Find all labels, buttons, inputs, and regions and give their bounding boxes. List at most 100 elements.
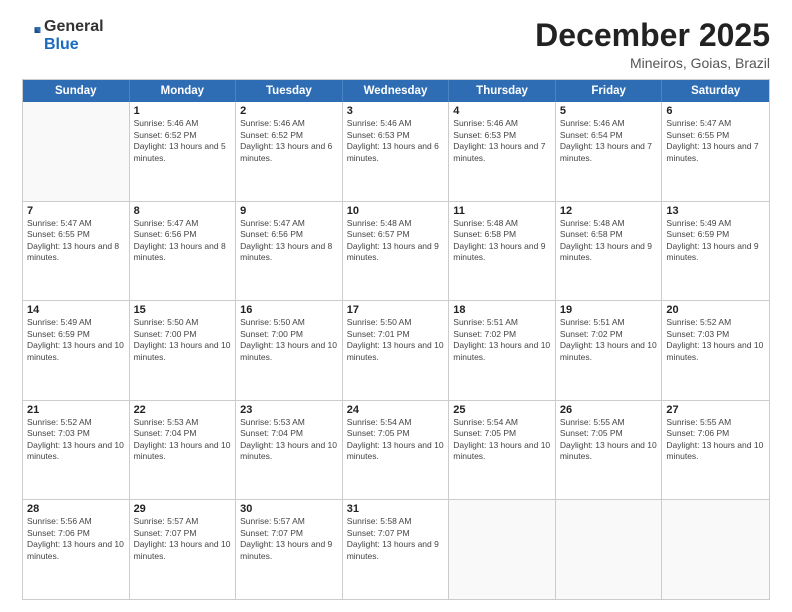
day-number: 29 [134,503,232,515]
month-title: December 2025 [535,18,770,53]
day-info: Sunrise: 5:48 AMSunset: 6:58 PMDaylight:… [453,218,551,264]
day-number: 22 [134,404,232,416]
day-info: Sunrise: 5:46 AMSunset: 6:53 PMDaylight:… [347,118,445,164]
day-number: 6 [666,105,765,117]
weekday-header-saturday: Saturday [662,80,769,102]
day-info: Sunrise: 5:47 AMSunset: 6:56 PMDaylight:… [134,218,232,264]
weekday-header-monday: Monday [130,80,237,102]
calendar: SundayMondayTuesdayWednesdayThursdayFrid… [22,79,770,600]
day-info: Sunrise: 5:48 AMSunset: 6:57 PMDaylight:… [347,218,445,264]
calendar-cell: 26Sunrise: 5:55 AMSunset: 7:05 PMDayligh… [556,401,663,500]
logo-icon [24,24,42,42]
calendar-cell [23,102,130,201]
page: General Blue December 2025 Mineiros, Goi… [0,0,792,612]
day-number: 27 [666,404,765,416]
calendar-cell: 7Sunrise: 5:47 AMSunset: 6:55 PMDaylight… [23,202,130,301]
day-number: 26 [560,404,658,416]
calendar-cell [449,500,556,599]
weekday-header-sunday: Sunday [23,80,130,102]
calendar-cell: 16Sunrise: 5:50 AMSunset: 7:00 PMDayligh… [236,301,343,400]
calendar-cell: 9Sunrise: 5:47 AMSunset: 6:56 PMDaylight… [236,202,343,301]
calendar-body: 1Sunrise: 5:46 AMSunset: 6:52 PMDaylight… [23,102,769,599]
weekday-header-wednesday: Wednesday [343,80,450,102]
day-number: 28 [27,503,125,515]
day-info: Sunrise: 5:50 AMSunset: 7:00 PMDaylight:… [134,317,232,363]
day-info: Sunrise: 5:47 AMSunset: 6:55 PMDaylight:… [666,118,765,164]
day-number: 12 [560,205,658,217]
day-number: 7 [27,205,125,217]
day-number: 2 [240,105,338,117]
calendar-cell: 4Sunrise: 5:46 AMSunset: 6:53 PMDaylight… [449,102,556,201]
day-info: Sunrise: 5:50 AMSunset: 7:01 PMDaylight:… [347,317,445,363]
calendar-cell: 28Sunrise: 5:56 AMSunset: 7:06 PMDayligh… [23,500,130,599]
calendar-row-5: 28Sunrise: 5:56 AMSunset: 7:06 PMDayligh… [23,499,769,599]
day-number: 3 [347,105,445,117]
calendar-cell [556,500,663,599]
day-info: Sunrise: 5:49 AMSunset: 6:59 PMDaylight:… [27,317,125,363]
day-number: 10 [347,205,445,217]
calendar-cell: 6Sunrise: 5:47 AMSunset: 6:55 PMDaylight… [662,102,769,201]
calendar-cell: 11Sunrise: 5:48 AMSunset: 6:58 PMDayligh… [449,202,556,301]
day-info: Sunrise: 5:47 AMSunset: 6:56 PMDaylight:… [240,218,338,264]
day-info: Sunrise: 5:57 AMSunset: 7:07 PMDaylight:… [134,516,232,562]
day-number: 17 [347,304,445,316]
calendar-cell: 19Sunrise: 5:51 AMSunset: 7:02 PMDayligh… [556,301,663,400]
day-info: Sunrise: 5:55 AMSunset: 7:06 PMDaylight:… [666,417,765,463]
day-info: Sunrise: 5:56 AMSunset: 7:06 PMDaylight:… [27,516,125,562]
calendar-row-2: 7Sunrise: 5:47 AMSunset: 6:55 PMDaylight… [23,201,769,301]
calendar-row-4: 21Sunrise: 5:52 AMSunset: 7:03 PMDayligh… [23,400,769,500]
calendar-cell: 30Sunrise: 5:57 AMSunset: 7:07 PMDayligh… [236,500,343,599]
calendar-cell: 20Sunrise: 5:52 AMSunset: 7:03 PMDayligh… [662,301,769,400]
calendar-cell: 21Sunrise: 5:52 AMSunset: 7:03 PMDayligh… [23,401,130,500]
day-number: 25 [453,404,551,416]
calendar-cell: 29Sunrise: 5:57 AMSunset: 7:07 PMDayligh… [130,500,237,599]
day-number: 1 [134,105,232,117]
day-number: 20 [666,304,765,316]
day-number: 5 [560,105,658,117]
location: Mineiros, Goias, Brazil [535,55,770,71]
day-info: Sunrise: 5:52 AMSunset: 7:03 PMDaylight:… [666,317,765,363]
day-info: Sunrise: 5:52 AMSunset: 7:03 PMDaylight:… [27,417,125,463]
logo-blue-text: Blue [44,36,79,53]
day-info: Sunrise: 5:54 AMSunset: 7:05 PMDaylight:… [347,417,445,463]
calendar-cell: 15Sunrise: 5:50 AMSunset: 7:00 PMDayligh… [130,301,237,400]
calendar-cell: 24Sunrise: 5:54 AMSunset: 7:05 PMDayligh… [343,401,450,500]
day-info: Sunrise: 5:46 AMSunset: 6:54 PMDaylight:… [560,118,658,164]
day-info: Sunrise: 5:49 AMSunset: 6:59 PMDaylight:… [666,218,765,264]
calendar-cell: 12Sunrise: 5:48 AMSunset: 6:58 PMDayligh… [556,202,663,301]
weekday-header-thursday: Thursday [449,80,556,102]
day-info: Sunrise: 5:48 AMSunset: 6:58 PMDaylight:… [560,218,658,264]
day-number: 23 [240,404,338,416]
day-number: 16 [240,304,338,316]
weekday-header-friday: Friday [556,80,663,102]
logo: General Blue [22,18,104,53]
day-info: Sunrise: 5:54 AMSunset: 7:05 PMDaylight:… [453,417,551,463]
day-info: Sunrise: 5:46 AMSunset: 6:52 PMDaylight:… [240,118,338,164]
day-number: 30 [240,503,338,515]
calendar-cell: 1Sunrise: 5:46 AMSunset: 6:52 PMDaylight… [130,102,237,201]
day-number: 19 [560,304,658,316]
day-number: 11 [453,205,551,217]
calendar-cell: 13Sunrise: 5:49 AMSunset: 6:59 PMDayligh… [662,202,769,301]
day-info: Sunrise: 5:57 AMSunset: 7:07 PMDaylight:… [240,516,338,562]
calendar-cell: 14Sunrise: 5:49 AMSunset: 6:59 PMDayligh… [23,301,130,400]
calendar-cell: 18Sunrise: 5:51 AMSunset: 7:02 PMDayligh… [449,301,556,400]
weekday-header-tuesday: Tuesday [236,80,343,102]
day-info: Sunrise: 5:47 AMSunset: 6:55 PMDaylight:… [27,218,125,264]
calendar-cell: 3Sunrise: 5:46 AMSunset: 6:53 PMDaylight… [343,102,450,201]
day-info: Sunrise: 5:46 AMSunset: 6:52 PMDaylight:… [134,118,232,164]
calendar-cell [662,500,769,599]
day-info: Sunrise: 5:53 AMSunset: 7:04 PMDaylight:… [240,417,338,463]
day-number: 24 [347,404,445,416]
calendar-cell: 5Sunrise: 5:46 AMSunset: 6:54 PMDaylight… [556,102,663,201]
title-block: December 2025 Mineiros, Goias, Brazil [535,18,770,71]
logo-general-text: General [44,18,104,35]
day-info: Sunrise: 5:58 AMSunset: 7:07 PMDaylight:… [347,516,445,562]
day-number: 4 [453,105,551,117]
day-number: 13 [666,205,765,217]
calendar-cell: 31Sunrise: 5:58 AMSunset: 7:07 PMDayligh… [343,500,450,599]
calendar-row-3: 14Sunrise: 5:49 AMSunset: 6:59 PMDayligh… [23,300,769,400]
day-number: 21 [27,404,125,416]
calendar-header: SundayMondayTuesdayWednesdayThursdayFrid… [23,80,769,102]
calendar-cell: 2Sunrise: 5:46 AMSunset: 6:52 PMDaylight… [236,102,343,201]
